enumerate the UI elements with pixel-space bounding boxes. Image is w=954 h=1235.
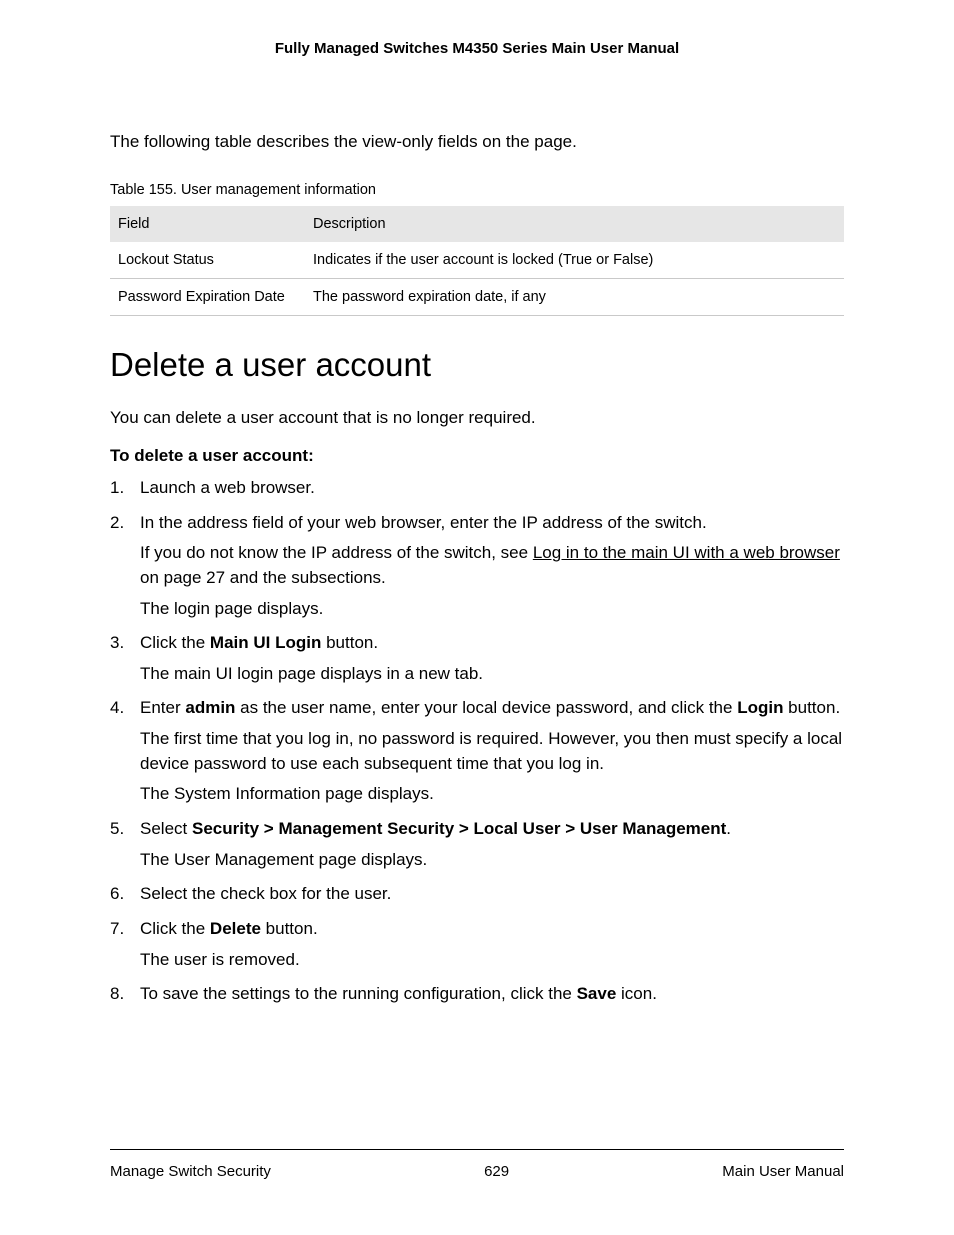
cell-desc: The password expiration date, if any bbox=[305, 279, 844, 316]
bold: admin bbox=[185, 698, 235, 717]
page-footer: Manage Switch Security 629 Main User Man… bbox=[110, 1163, 844, 1180]
section-title: Delete a user account bbox=[110, 346, 844, 384]
text: Select bbox=[140, 819, 192, 838]
text: Click the bbox=[140, 633, 210, 652]
page-header: Fully Managed Switches M4350 Series Main… bbox=[110, 40, 844, 57]
step-2: In the address field of your web browser… bbox=[110, 511, 844, 622]
bold: Security > Management Security > Local U… bbox=[192, 819, 726, 838]
text: If you do not know the IP address of the… bbox=[140, 543, 533, 562]
bold: Delete bbox=[210, 919, 261, 938]
step-sub: The User Management page displays. bbox=[140, 848, 844, 873]
text: icon. bbox=[616, 984, 657, 1003]
bold: Save bbox=[577, 984, 617, 1003]
bold: Main UI Login bbox=[210, 633, 321, 652]
step-sub: If you do not know the IP address of the… bbox=[140, 541, 844, 590]
step-5: Select Security > Management Security > … bbox=[110, 817, 844, 872]
bold: Login bbox=[737, 698, 783, 717]
step-text: In the address field of your web browser… bbox=[140, 513, 707, 532]
table-row: Lockout Status Indicates if the user acc… bbox=[110, 242, 844, 279]
step-6: Select the check box for the user. bbox=[110, 882, 844, 907]
text: Enter bbox=[140, 698, 185, 717]
footer-right: Main User Manual bbox=[722, 1163, 844, 1180]
text: button. bbox=[261, 919, 318, 938]
procedure-steps: Launch a web browser. In the address fie… bbox=[110, 476, 844, 1007]
th-field: Field bbox=[110, 206, 305, 242]
cell-desc: Indicates if the user account is locked … bbox=[305, 242, 844, 279]
text: button. bbox=[321, 633, 378, 652]
step-1: Launch a web browser. bbox=[110, 476, 844, 501]
procedure-title: To delete a user account: bbox=[110, 446, 844, 466]
step-sub: The System Information page displays. bbox=[140, 782, 844, 807]
table-caption: Table 155. User management information bbox=[110, 182, 844, 198]
step-sub: The login page displays. bbox=[140, 597, 844, 622]
intro-text: The following table describes the view-o… bbox=[110, 132, 844, 152]
text: as the user name, enter your local devic… bbox=[235, 698, 737, 717]
step-sub: The first time that you log in, no passw… bbox=[140, 727, 844, 776]
xref-link[interactable]: Log in to the main UI with a web browser bbox=[533, 543, 840, 562]
step-sub: The main UI login page displays in a new… bbox=[140, 662, 844, 687]
step-8: To save the settings to the running conf… bbox=[110, 982, 844, 1007]
cell-field: Password Expiration Date bbox=[110, 279, 305, 316]
text: button. bbox=[783, 698, 840, 717]
footer-left: Manage Switch Security bbox=[110, 1163, 271, 1180]
th-description: Description bbox=[305, 206, 844, 242]
text: Click the bbox=[140, 919, 210, 938]
cell-field: Lockout Status bbox=[110, 242, 305, 279]
text: To save the settings to the running conf… bbox=[140, 984, 577, 1003]
table-row: Password Expiration Date The password ex… bbox=[110, 279, 844, 316]
step-7: Click the Delete button. The user is rem… bbox=[110, 917, 844, 972]
section-intro: You can delete a user account that is no… bbox=[110, 408, 844, 428]
step-3: Click the Main UI Login button. The main… bbox=[110, 631, 844, 686]
step-4: Enter admin as the user name, enter your… bbox=[110, 696, 844, 807]
user-mgmt-table: Field Description Lockout Status Indicat… bbox=[110, 206, 844, 316]
footer-page-number: 629 bbox=[484, 1163, 509, 1180]
text: on page 27 and the subsections. bbox=[140, 568, 386, 587]
text: . bbox=[726, 819, 731, 838]
step-sub: The user is removed. bbox=[140, 948, 844, 973]
footer-rule bbox=[110, 1149, 844, 1150]
